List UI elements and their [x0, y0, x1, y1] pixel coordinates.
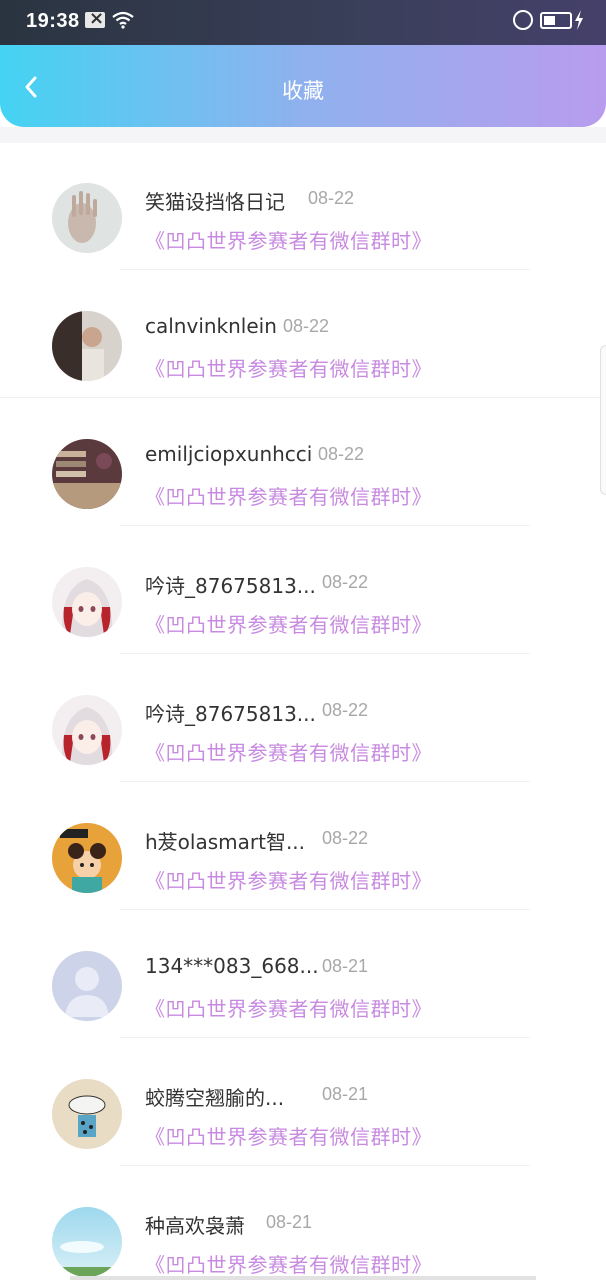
avatar[interactable] [52, 311, 122, 381]
avatar[interactable] [52, 439, 122, 509]
list-item[interactable]: 吟诗_87675813... 08-22 《凹凸世界参赛者有微信群时》 [0, 655, 606, 783]
avatar[interactable] [52, 951, 122, 1021]
item-date: 08-22 [308, 188, 355, 208]
side-scroll-handle[interactable] [600, 345, 606, 495]
status-bar: 19:38 [0, 0, 606, 45]
work-title[interactable]: 《凹凸世界参赛者有微信群时》 [145, 1249, 432, 1278]
user-name[interactable]: 蛟腾空翘腧的... [145, 1082, 284, 1111]
status-time: 19:38 [26, 10, 80, 32]
item-date: 08-22 [283, 316, 330, 336]
user-name[interactable]: 吟诗_87675813... [145, 698, 316, 727]
item-date: 08-21 [322, 1084, 369, 1104]
avatar[interactable] [52, 567, 122, 637]
work-title[interactable]: 《凹凸世界参赛者有微信群时》 [145, 353, 432, 382]
list-item[interactable]: 种高欢袅萧 08-21 《凹凸世界参赛者有微信群时》 [0, 1167, 606, 1280]
app-header: 收藏 [0, 45, 606, 127]
item-date: 08-22 [318, 444, 365, 464]
rotation-lock-icon [513, 10, 533, 30]
divider [120, 909, 530, 910]
charging-bolt-icon [575, 10, 583, 30]
avatar[interactable] [52, 695, 122, 765]
favorites-list: 笑猫设挡恪日记 08-22 《凹凸世界参赛者有微信群时》 calnvinknle… [0, 143, 606, 1280]
work-title[interactable]: 《凹凸世界参赛者有微信群时》 [145, 737, 432, 766]
page-title: 收藏 [282, 79, 324, 103]
work-title[interactable]: 《凹凸世界参赛者有微信群时》 [145, 993, 432, 1022]
list-item[interactable]: 吟诗_87675813... 08-22 《凹凸世界参赛者有微信群时》 [0, 527, 606, 655]
user-name[interactable]: h茇olasmart智... [145, 826, 305, 855]
list-item[interactable]: 笑猫设挡恪日记 08-22 《凹凸世界参赛者有微信群时》 [0, 143, 606, 271]
work-title[interactable]: 《凹凸世界参赛者有微信群时》 [145, 865, 432, 894]
work-title[interactable]: 《凹凸世界参赛者有微信群时》 [145, 481, 432, 510]
mail-x-icon [85, 8, 105, 29]
user-name[interactable]: 吟诗_87675813... [145, 570, 316, 599]
wifi-icon [112, 11, 134, 29]
user-name[interactable]: 134***083_668... [145, 954, 319, 978]
item-date: 08-22 [322, 828, 369, 848]
avatar[interactable] [52, 183, 122, 253]
list-item[interactable]: 134***083_668... 08-21 《凹凸世界参赛者有微信群时》 [0, 911, 606, 1039]
divider [0, 397, 606, 398]
list-item[interactable]: calnvinknlein 08-22 《凹凸世界参赛者有微信群时》 [0, 271, 606, 399]
item-date: 08-22 [322, 572, 369, 592]
divider [120, 1165, 530, 1166]
battery-icon [540, 12, 572, 29]
list-item[interactable]: emiljciopxunhcci 08-22 《凹凸世界参赛者有微信群时》 [0, 399, 606, 527]
work-title[interactable]: 《凹凸世界参赛者有微信群时》 [145, 1121, 432, 1150]
section-gap [0, 127, 606, 143]
user-name[interactable]: 种高欢袅萧 [145, 1210, 245, 1239]
item-date: 08-22 [322, 700, 369, 720]
work-title[interactable]: 《凹凸世界参赛者有微信群时》 [145, 609, 432, 638]
divider [120, 653, 530, 654]
list-item[interactable]: 蛟腾空翘腧的... 08-21 《凹凸世界参赛者有微信群时》 [0, 1039, 606, 1167]
divider [120, 781, 530, 782]
item-date: 08-21 [266, 1212, 313, 1232]
avatar[interactable] [52, 823, 122, 893]
user-name[interactable]: emiljciopxunhcci [145, 442, 312, 466]
user-name[interactable]: 笑猫设挡恪日记 [145, 186, 285, 215]
bottom-scrollbar [70, 1276, 536, 1280]
user-name[interactable]: calnvinknlein [145, 314, 277, 338]
list-item[interactable]: h茇olasmart智... 08-22 《凹凸世界参赛者有微信群时》 [0, 783, 606, 911]
divider [120, 525, 530, 526]
divider [120, 1037, 530, 1038]
avatar[interactable] [52, 1207, 122, 1277]
divider [120, 269, 530, 270]
work-title[interactable]: 《凹凸世界参赛者有微信群时》 [145, 225, 432, 254]
avatar[interactable] [52, 1079, 122, 1149]
item-date: 08-21 [322, 956, 369, 976]
